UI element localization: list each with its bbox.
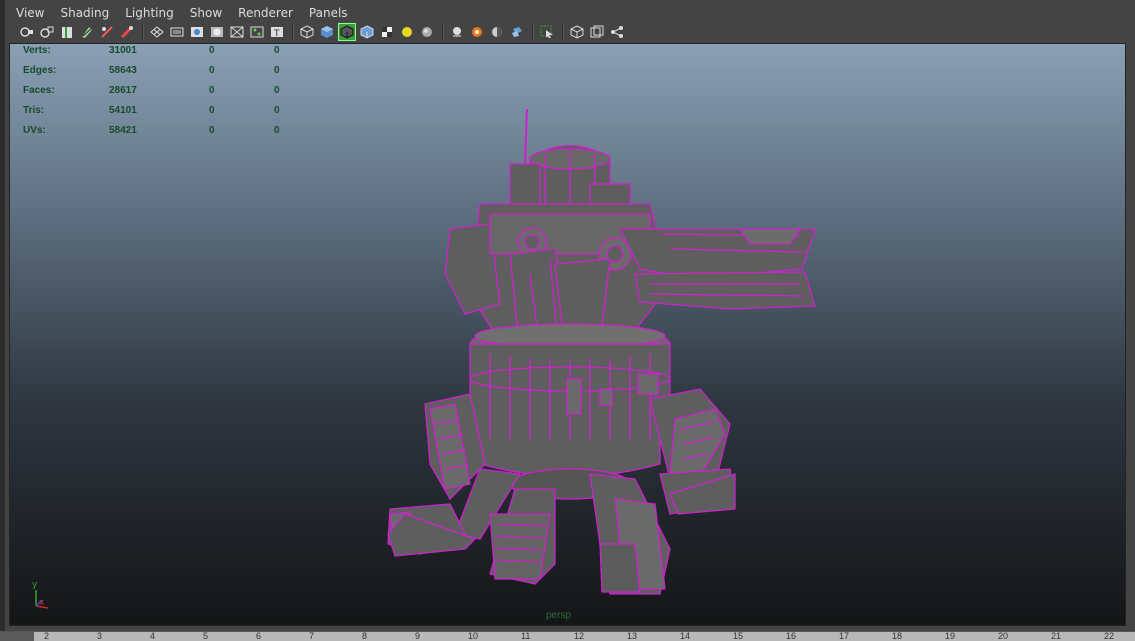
side-strip (0, 0, 5, 641)
field-chart-icon[interactable] (228, 23, 246, 41)
two-pane-icon[interactable] (588, 23, 606, 41)
timeline-tick-label: 21 (1051, 631, 1062, 641)
timeline-tick-label: 7 (309, 631, 315, 641)
hud-icon[interactable] (568, 23, 586, 41)
timeline-tick-label: 9 (415, 631, 421, 641)
panel-menu-bar: View Shading Lighting Show Renderer Pane… (8, 3, 356, 23)
toolbar-separator (142, 24, 144, 40)
use-all-lights-icon[interactable] (398, 23, 416, 41)
timeline-tick-label: 6 (256, 631, 262, 641)
turret-robot-model[interactable] (10, 44, 1126, 626)
timeline-tick-label: 4 (150, 631, 156, 641)
isolate-select-icon[interactable] (538, 23, 556, 41)
xray-icon[interactable] (448, 23, 466, 41)
timeline-tick-label: 22 (1104, 631, 1115, 641)
resolution-gate-icon[interactable] (188, 23, 206, 41)
timeline-tick-label: 12 (574, 631, 585, 641)
timeline-tick-label: 16 (786, 631, 797, 641)
timeline-tick-label: 3 (97, 631, 103, 641)
xray-components-icon[interactable] (488, 23, 506, 41)
bookmark-icon[interactable] (58, 23, 76, 41)
timeline-tick-label: 18 (892, 631, 903, 641)
timeline-tick-label: 15 (733, 631, 744, 641)
panel-toolbar: T (18, 22, 628, 42)
toolbar-separator (292, 24, 294, 40)
film-gate-icon[interactable] (168, 23, 186, 41)
grease-pencil-icon[interactable] (98, 23, 116, 41)
image-plane-icon[interactable] (78, 23, 96, 41)
gate-mask-icon[interactable] (208, 23, 226, 41)
safe-action-icon[interactable] (248, 23, 266, 41)
timeline-tick-label: 20 (998, 631, 1009, 641)
shadows-icon[interactable] (418, 23, 436, 41)
menu-shading[interactable]: Shading (52, 3, 117, 23)
backface-culling-icon[interactable] (508, 23, 526, 41)
x-axis-label: x (39, 598, 45, 608)
perspective-viewport[interactable]: Verts: 31001 0 0 Edges: 58643 0 0 Faces:… (9, 43, 1126, 626)
two-d-pan-icon[interactable] (118, 23, 136, 41)
timeline-tick-label: 14 (680, 631, 691, 641)
timeline-tick-label: 5 (203, 631, 209, 641)
time-cursor[interactable] (0, 632, 34, 641)
menu-show[interactable]: Show (182, 3, 230, 23)
menu-panels[interactable]: Panels (301, 3, 356, 23)
timeline-tick-label: 2 (44, 631, 50, 641)
menu-view[interactable]: View (8, 3, 52, 23)
timeline-tick-label: 19 (945, 631, 956, 641)
timeline-tick-label: 17 (839, 631, 850, 641)
timeline-tick-label: 10 (468, 631, 479, 641)
toolbar-separator (562, 24, 564, 40)
time-slider[interactable]: 2 3 4 5 6 7 8 9 10 11 12 13 14 15 16 17 18 19 20 21 22 (0, 631, 1135, 641)
timeline-tick-label: 11 (521, 631, 531, 641)
timeline-tick-label: 13 (627, 631, 638, 641)
textured-icon[interactable] (378, 23, 396, 41)
wireframe-on-shaded-icon[interactable] (338, 23, 356, 41)
select-camera-icon[interactable] (18, 23, 36, 41)
axis-gizmo: y x (32, 580, 49, 609)
toolbar-separator (442, 24, 444, 40)
lock-camera-icon[interactable] (38, 23, 56, 41)
maya-viewport-window: View Shading Lighting Show Renderer Pane… (0, 0, 1135, 641)
default-material-icon[interactable] (358, 23, 376, 41)
svg-text:T: T (273, 29, 280, 39)
menu-lighting[interactable]: Lighting (117, 3, 182, 23)
timeline-tick-label: 8 (362, 631, 368, 641)
camera-name-label: persp (546, 610, 572, 621)
safe-title-icon[interactable]: T (268, 23, 286, 41)
smooth-shade-icon[interactable] (318, 23, 336, 41)
y-axis-label: y (32, 580, 38, 590)
wireframe-icon[interactable] (298, 23, 316, 41)
node-editor-icon[interactable] (608, 23, 626, 41)
xray-joints-icon[interactable] (468, 23, 486, 41)
toolbar-separator (532, 24, 534, 40)
grid-icon[interactable] (148, 23, 166, 41)
menu-renderer[interactable]: Renderer (230, 3, 301, 23)
